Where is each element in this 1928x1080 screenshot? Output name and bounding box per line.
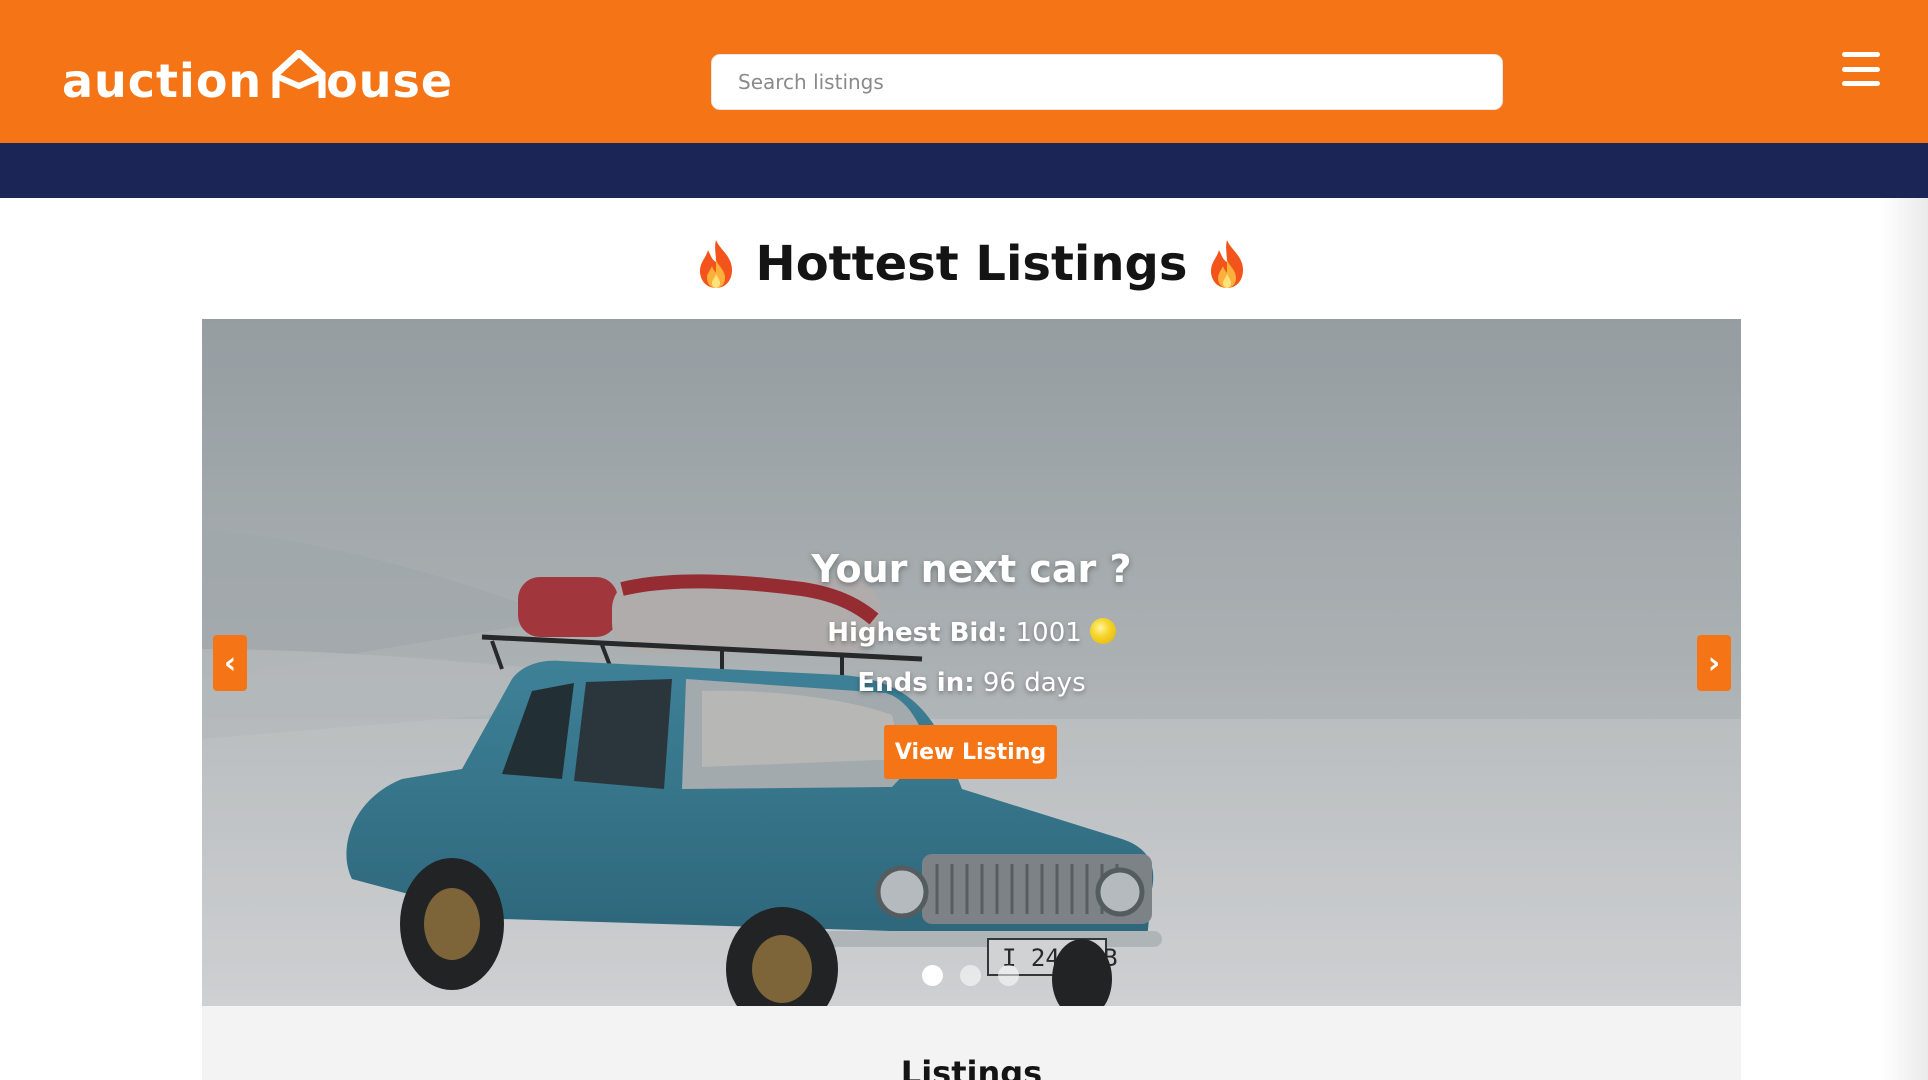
slide-caption: Your next car ? Highest Bid: 1001 Ends i… [202, 319, 1741, 1006]
logo-text-left: auction [62, 54, 263, 108]
hottest-listings-carousel[interactable]: I 2430 B Your next car ? Highest Bid: 10… [202, 319, 1741, 1006]
carousel-next-button[interactable]: › [1697, 635, 1731, 691]
ends-in-value: 96 days [982, 668, 1086, 698]
logo-text-right: ouse [326, 54, 454, 108]
page-title: Hottest Listings [0, 236, 1928, 292]
carousel-dot-1[interactable] [922, 965, 943, 986]
coin-icon [1089, 618, 1116, 644]
chevron-left-icon: ‹ [223, 645, 237, 681]
logo[interactable]: auction ouse [62, 44, 453, 104]
ends-in: Ends in: 96 days [202, 668, 1741, 698]
slide-title: Your next car ? [811, 547, 1132, 591]
ends-in-label: Ends in: [857, 668, 975, 698]
chevron-right-icon: › [1707, 645, 1721, 681]
highest-bid: Highest Bid: 1001 [202, 618, 1741, 648]
top-header: auction ouse [0, 0, 1928, 143]
search-input[interactable] [711, 54, 1503, 110]
carousel-dot-3[interactable] [998, 965, 1019, 986]
scroll-edge [1880, 198, 1928, 1080]
fire-icon [699, 240, 732, 288]
highest-bid-label: Highest Bid: [827, 618, 1008, 648]
listings-heading: Listings [900, 1054, 1043, 1080]
carousel-prev-button[interactable]: ‹ [213, 635, 247, 691]
highest-bid-value: 1001 [1015, 618, 1082, 648]
carousel-dot-2[interactable] [960, 965, 981, 986]
house-logo-icon [272, 50, 326, 98]
view-listing-button[interactable]: View Listing [884, 725, 1057, 779]
carousel-indicators [922, 965, 1019, 986]
fire-icon [1211, 240, 1244, 288]
hottest-listings-heading: Hottest Listings [755, 236, 1188, 292]
hamburger-menu-icon[interactable] [1842, 52, 1880, 86]
navigation-strip [0, 143, 1928, 198]
listings-section: Listings [202, 1006, 1741, 1080]
